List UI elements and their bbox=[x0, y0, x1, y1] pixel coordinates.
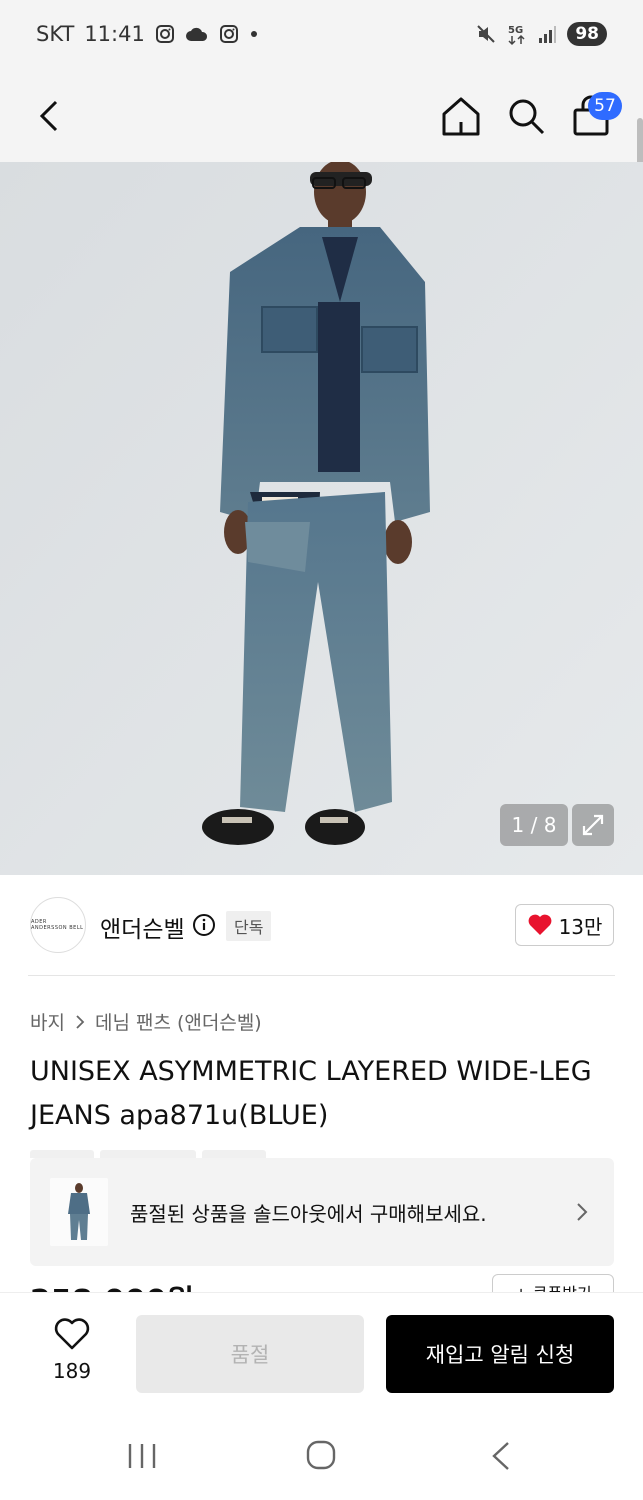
recent-apps-icon[interactable] bbox=[126, 1442, 158, 1470]
promo-thumbnail bbox=[50, 1178, 108, 1246]
expand-icon bbox=[582, 814, 604, 836]
gallery-counter: 1 / 8 bbox=[500, 804, 568, 846]
battery-indicator: 98 bbox=[567, 22, 607, 46]
brand-logo-text: ADER ANDERSSON BELL bbox=[31, 919, 84, 931]
search-icon[interactable] bbox=[505, 94, 547, 138]
app-header bbox=[0, 72, 643, 162]
instagram-icon bbox=[155, 25, 174, 43]
status-bar: SKT 11:41 5G 98 bbox=[0, 0, 643, 72]
home-nav-icon[interactable] bbox=[306, 1440, 336, 1470]
clock: 11:41 bbox=[84, 22, 145, 46]
brand-row: ADER ANDERSSON BELL 앤더슨벨 단독 13만 bbox=[0, 875, 643, 975]
restock-alert-button[interactable]: 재입고 알림 신청 bbox=[386, 1315, 614, 1393]
breadcrumb: 바지 데님 팬츠 (앤더슨벨) bbox=[30, 1008, 262, 1035]
back-nav-icon[interactable] bbox=[488, 1440, 514, 1472]
ghost-tabs bbox=[30, 1150, 266, 1158]
product-title: UNISEX ASYMMETRIC LAYERED WIDE-LEG JEANS… bbox=[30, 1056, 592, 1131]
status-bar-right: 5G 98 bbox=[475, 22, 607, 46]
section-divider bbox=[28, 975, 615, 976]
cloud-icon bbox=[185, 27, 207, 41]
product-photo bbox=[0, 162, 643, 875]
brand-like-button[interactable]: 13만 bbox=[515, 904, 614, 946]
heart-outline-icon bbox=[54, 1318, 90, 1350]
soldout-promo-banner[interactable]: 품절된 상품을 솔드아웃에서 구매해보세요. bbox=[30, 1158, 614, 1266]
bottom-action-bar: 189 품절 재입고 알림 신청 bbox=[0, 1292, 643, 1412]
brand-logo[interactable]: ADER ANDERSSON BELL bbox=[30, 897, 86, 953]
status-bar-left: SKT 11:41 bbox=[36, 22, 259, 46]
5g-icon: 5G bbox=[508, 25, 525, 46]
back-arrow-icon[interactable] bbox=[30, 94, 70, 138]
system-navigation-bar bbox=[0, 1412, 643, 1500]
dot-icon bbox=[250, 31, 257, 37]
signal-icon bbox=[539, 26, 557, 43]
promo-text: 품절된 상품을 솔드아웃에서 구매해보세요. bbox=[130, 1202, 487, 1226]
breadcrumb-subcategory[interactable]: 데님 팬츠 (앤더슨벨) bbox=[95, 1008, 262, 1035]
breadcrumb-category[interactable]: 바지 bbox=[30, 1008, 65, 1035]
carrier-label: SKT bbox=[36, 22, 75, 46]
expand-image-button[interactable] bbox=[572, 804, 614, 846]
brand-name[interactable]: 앤더슨벨 bbox=[100, 910, 185, 944]
chevron-right-icon bbox=[577, 1203, 588, 1221]
instagram-icon bbox=[219, 25, 238, 43]
product-image-gallery[interactable] bbox=[0, 162, 643, 875]
svg-text:5G: 5G bbox=[508, 25, 523, 36]
brand-like-count: 13만 bbox=[558, 914, 603, 939]
mute-icon bbox=[477, 25, 496, 43]
home-icon[interactable] bbox=[440, 94, 482, 138]
wishlist-count: 189 bbox=[52, 1359, 92, 1383]
chevron-right-icon bbox=[76, 1014, 85, 1029]
soldout-button[interactable]: 품절 bbox=[136, 1315, 364, 1393]
heart-filled-icon bbox=[528, 914, 551, 935]
cart-count-badge: 57 bbox=[588, 92, 622, 120]
exclusive-badge: 단독 bbox=[226, 911, 272, 941]
info-icon[interactable] bbox=[192, 913, 216, 937]
